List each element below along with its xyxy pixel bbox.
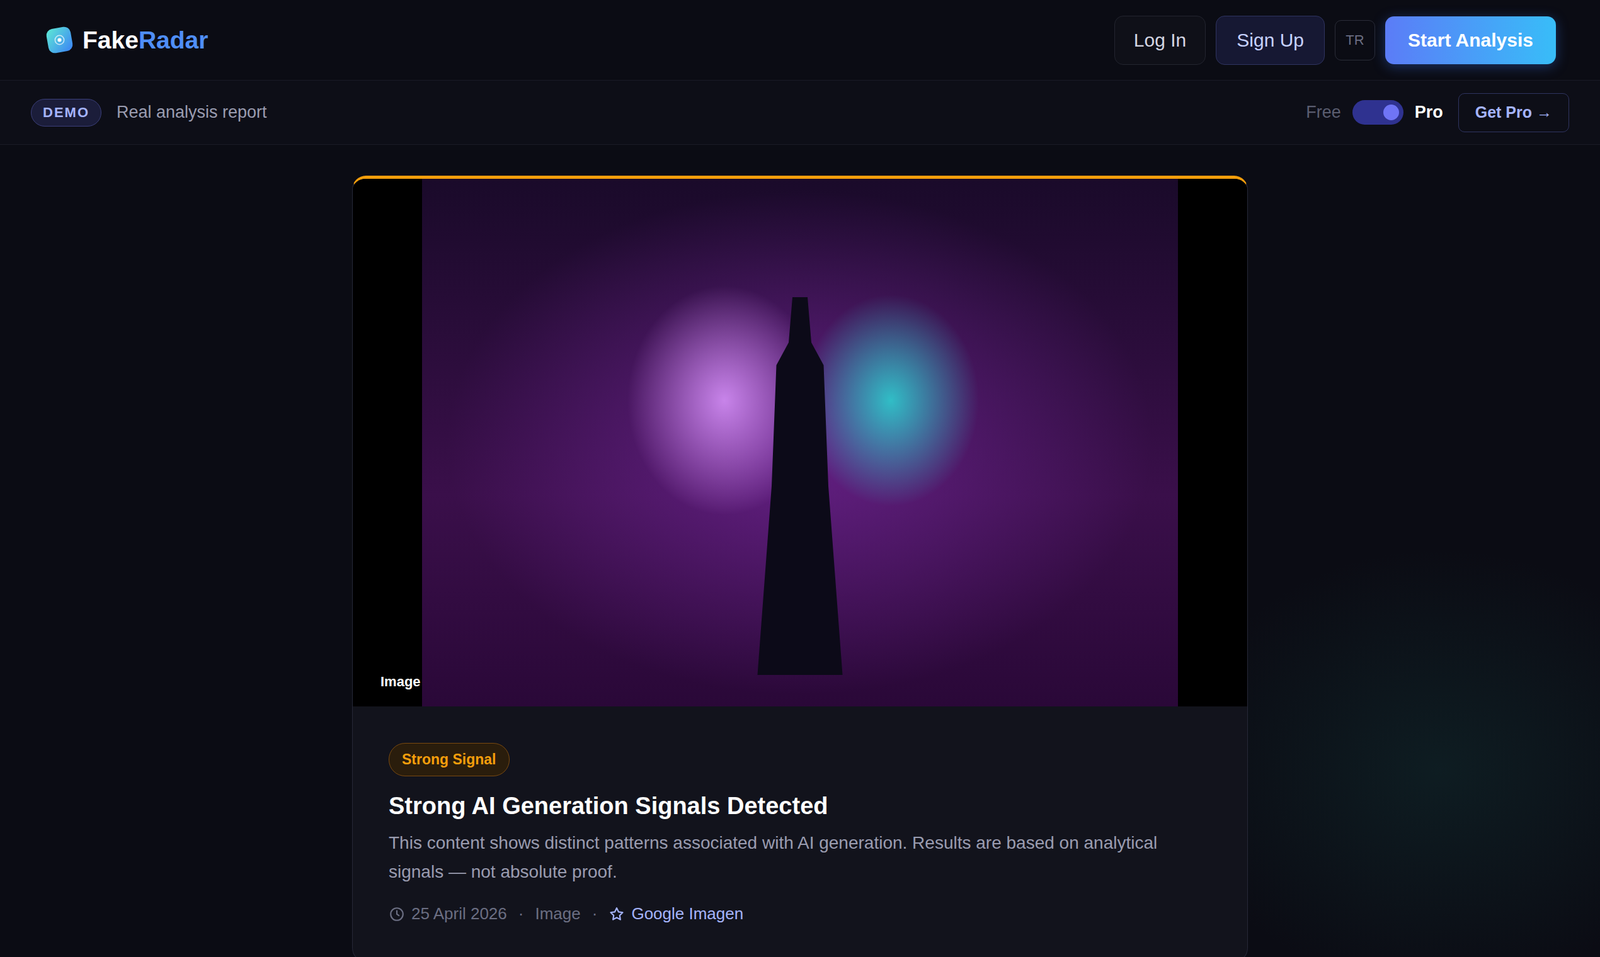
page: FakeRadar Log InSign UpTRStart Analysis DE… xyxy=(0,0,1600,957)
report-description: This content shows distinct patterns ass… xyxy=(388,828,1208,887)
brand-name: Fake xyxy=(82,26,139,55)
star-icon xyxy=(608,906,625,923)
free-label: Free xyxy=(1305,102,1342,123)
top-bar: FakeRadar Log InSign UpTRStart Analysis xyxy=(0,0,1600,81)
radar-logo-icon xyxy=(44,24,75,56)
pro-label: Pro xyxy=(1414,102,1444,123)
signal-badge: Strong Signal xyxy=(388,743,510,777)
nav: Log InSign UpTRStart Analysis xyxy=(1114,15,1556,65)
meta-plain: Image xyxy=(534,904,581,925)
toggle-knob xyxy=(1383,104,1400,121)
media-label: Image xyxy=(380,674,421,691)
login-button[interactable]: Log In xyxy=(1114,15,1206,65)
meta-row: 25 April 2026 · Image · Google Imagen xyxy=(388,904,744,925)
report-title: Strong AI Generation Signals Detected xyxy=(388,793,829,821)
get-pro-button[interactable]: Get Pro → xyxy=(1458,93,1570,133)
brand-logo[interactable]: FakeRadar xyxy=(44,24,208,56)
media-preview: Image xyxy=(352,178,1248,707)
demo-bar: DEMO Real analysis report Free Pro Get Pro → xyxy=(0,80,1600,145)
demo-badge: DEMO xyxy=(30,98,102,127)
photo xyxy=(422,178,1178,707)
report-card: Image Strong Signal Strong AI Generation S… xyxy=(352,175,1248,957)
clock-icon xyxy=(388,906,406,923)
plan-toggle[interactable] xyxy=(1352,100,1404,125)
signup-button[interactable]: Sign Up xyxy=(1215,15,1325,65)
meta-date: 25 April 2026 xyxy=(388,904,508,925)
start-analysis-button[interactable]: Start Analysis xyxy=(1385,16,1556,65)
brand-name-accent: Radar xyxy=(138,26,209,55)
demo-text: Real analysis report xyxy=(116,102,268,123)
language-button[interactable]: TR xyxy=(1334,20,1376,61)
meta-sep: · xyxy=(592,904,598,925)
main: Image Strong Signal Strong AI Generation S… xyxy=(0,144,1600,957)
figure-silhouette xyxy=(752,297,848,676)
meta-model: Google Imagen xyxy=(608,904,744,925)
meta-sep: · xyxy=(518,904,525,925)
